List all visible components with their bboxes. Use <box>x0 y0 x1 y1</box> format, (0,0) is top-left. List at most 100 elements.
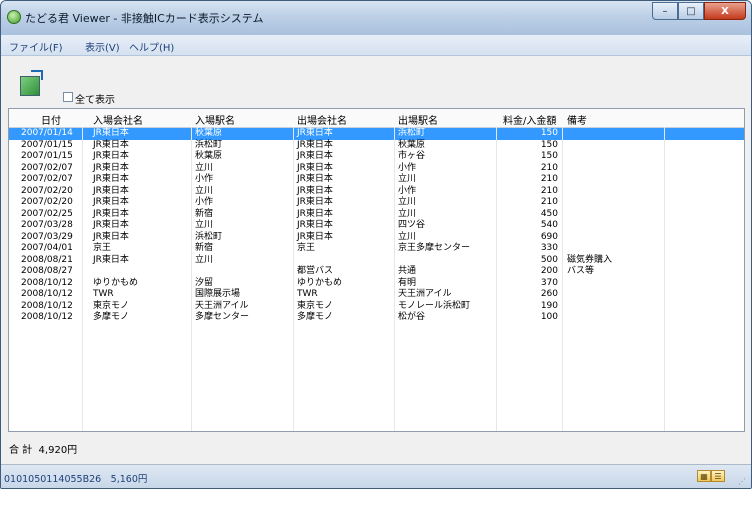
cell-date: 2007/03/29 <box>21 231 73 242</box>
header-note[interactable]: 備考 <box>567 112 587 127</box>
cell-exit-station: 立川 <box>398 197 417 207</box>
cell-exit-station: 四ツ谷 <box>398 220 426 230</box>
menu-file[interactable]: ファイル(F) <box>9 39 63 54</box>
table-row[interactable]: 2007/01/14 JR東日本 秋葉原 JR東日本 浜松町 150 <box>9 128 744 140</box>
cell-exit-company: JR東日本 <box>297 128 333 138</box>
cell-entry-company: JR東日本 <box>93 139 129 150</box>
cell-date: 2007/02/07 <box>21 162 73 173</box>
view-switcher: ▦ ☰ <box>697 470 725 482</box>
app-window: たどる君 Viewer - 非接触ICカード表示システム – □ X ファイル(… <box>0 0 752 489</box>
toolbar: 全て表示 <box>1 56 751 106</box>
table-row[interactable]: 2007/02/07 JR東日本 立川 JR東日本 小作 210 <box>9 163 744 175</box>
table-row[interactable]: 2007/02/07 JR東日本 小作 JR東日本 立川 210 <box>9 174 744 186</box>
cell-entry-station: 立川 <box>195 254 214 265</box>
cell-date: 2008/08/27 <box>21 266 73 276</box>
table-row[interactable]: 2007/01/15 JR東日本 秋葉原 JR東日本 市ヶ谷 150 <box>9 151 744 163</box>
table-row[interactable]: 2008/10/12 東京モノ 天王洲アイル 東京モノ モノレール浜松町 190 <box>9 301 744 313</box>
cell-note: 磁気券購入 <box>567 254 613 265</box>
cell-exit-company: TWR <box>297 289 318 299</box>
cell-date: 2007/01/15 <box>21 151 73 161</box>
total-summary: 合 計 4,920円 <box>9 441 77 456</box>
cell-entry-company: TWR <box>93 289 114 299</box>
cell-fare: 150 <box>540 128 558 138</box>
title-bar[interactable]: たどる君 Viewer - 非接触ICカード表示システム – □ X <box>1 1 751 35</box>
close-button[interactable]: X <box>704 2 746 20</box>
cell-entry-company: JR東日本 <box>93 185 129 196</box>
empty-row <box>9 330 744 342</box>
cell-date: 2008/10/12 <box>21 289 73 299</box>
cell-exit-station: 浜松町 <box>398 128 426 138</box>
maximize-button[interactable]: □ <box>678 2 704 20</box>
menu-view[interactable]: 表示(V) <box>85 39 120 54</box>
cell-exit-station: 小作 <box>398 185 417 196</box>
cell-exit-station: 立川 <box>398 174 417 184</box>
export-icon[interactable] <box>20 70 43 96</box>
cell-fare: 200 <box>540 266 558 276</box>
cell-exit-company: JR東日本 <box>297 220 333 230</box>
header-exit-company[interactable]: 出場会社名 <box>297 112 347 127</box>
cell-entry-company: JR東日本 <box>93 208 129 219</box>
cell-entry-company: JR東日本 <box>93 174 129 184</box>
empty-row <box>9 387 744 399</box>
table-row[interactable]: 2008/10/12 TWR 国際展示場 TWR 天王洲アイル 260 <box>9 289 744 301</box>
cell-entry-company: JR東日本 <box>93 162 129 173</box>
cell-entry-station: 国際展示場 <box>195 289 241 299</box>
cell-entry-station: 小作 <box>195 197 214 207</box>
window-controls: – □ X <box>652 2 746 20</box>
cell-exit-company: JR東日本 <box>297 174 333 184</box>
cell-entry-company: 東京モノ <box>93 300 130 311</box>
table-row[interactable]: 2007/04/01 京王 新宿 京王 京王多摩センター 330 <box>9 243 744 255</box>
table-row[interactable]: 2007/03/28 JR東日本 立川 JR東日本 四ツ谷 540 <box>9 220 744 232</box>
cell-exit-station: 天王洲アイル <box>398 289 452 299</box>
cell-entry-station: 新宿 <box>195 243 214 253</box>
cell-exit-company: ゆりかもめ <box>297 277 343 288</box>
history-table: 日付 入場会社名 入場駅名 出場会社名 出場駅名 料金/入金額 備考 2007/… <box>8 108 745 432</box>
total-value: 4,920円 <box>38 445 78 456</box>
cell-entry-station: 立川 <box>195 162 214 173</box>
cell-entry-company: 京王 <box>93 243 112 253</box>
empty-row <box>9 353 744 365</box>
cell-entry-company: JR東日本 <box>93 220 129 230</box>
cell-exit-company: 都営バス <box>297 266 334 276</box>
cell-fare: 210 <box>540 185 558 196</box>
cell-exit-station: 京王多摩センター <box>398 243 471 253</box>
empty-row <box>9 364 744 376</box>
table-row[interactable]: 2008/10/12 ゆりかもめ 汐留 ゆりかもめ 有明 370 <box>9 278 744 290</box>
cell-note: バス等 <box>567 266 595 276</box>
cell-fare: 540 <box>540 220 558 230</box>
cell-fare: 690 <box>540 231 558 242</box>
minimize-button[interactable]: – <box>652 2 678 20</box>
cell-exit-company: JR東日本 <box>297 197 333 207</box>
header-exit-station[interactable]: 出場駅名 <box>398 112 438 127</box>
show-all-label[interactable]: 全て表示 <box>75 91 115 106</box>
header-entry-station[interactable]: 入場駅名 <box>195 112 235 127</box>
cell-fare: 330 <box>540 243 558 253</box>
cell-entry-station: 浜松町 <box>195 139 223 150</box>
table-row[interactable]: 2007/03/29 JR東日本 浜松町 JR東日本 立川 690 <box>9 232 744 244</box>
table-row[interactable]: 2007/02/20 JR東日本 立川 JR東日本 小作 210 <box>9 186 744 198</box>
header-fare[interactable]: 料金/入金額 <box>503 112 556 127</box>
show-all-checkbox[interactable] <box>63 92 73 102</box>
grid-view-icon[interactable]: ▦ <box>697 470 711 482</box>
menu-help[interactable]: ヘルプ(H) <box>129 39 174 54</box>
header-entry-company[interactable]: 入場会社名 <box>93 112 143 127</box>
table-row[interactable]: 2007/01/15 JR東日本 浜松町 JR東日本 秋葉原 150 <box>9 140 744 152</box>
cell-exit-company: JR東日本 <box>297 162 333 173</box>
cell-exit-company: 多摩モノ <box>297 312 334 322</box>
cell-date: 2007/01/14 <box>21 128 73 138</box>
card-info: 0101050114055B26 5,160円 <box>4 474 148 485</box>
cell-exit-station: 共通 <box>398 266 417 276</box>
list-view-icon[interactable]: ☰ <box>711 470 725 482</box>
cell-exit-company: JR東日本 <box>297 231 333 242</box>
resize-grip-icon[interactable]: ⋰ <box>738 477 746 486</box>
cell-date: 2007/03/28 <box>21 220 73 230</box>
table-row[interactable]: 2007/02/20 JR東日本 小作 JR東日本 立川 210 <box>9 197 744 209</box>
cell-fare: 260 <box>540 289 558 299</box>
cell-entry-station: 多摩センター <box>195 312 250 322</box>
header-date[interactable]: 日付 <box>41 112 61 127</box>
table-row[interactable]: 2008/08/27 都営バス 共通 200 バス等 <box>9 266 744 278</box>
table-row[interactable]: 2008/10/12 多摩モノ 多摩センター 多摩モノ 松が谷 100 <box>9 312 744 324</box>
table-row[interactable]: 2007/02/25 JR東日本 新宿 JR東日本 立川 450 <box>9 209 744 221</box>
table-row[interactable]: 2008/08/21 JR東日本 立川 500 磁気券購入 <box>9 255 744 267</box>
cell-entry-station: 天王洲アイル <box>195 300 249 311</box>
